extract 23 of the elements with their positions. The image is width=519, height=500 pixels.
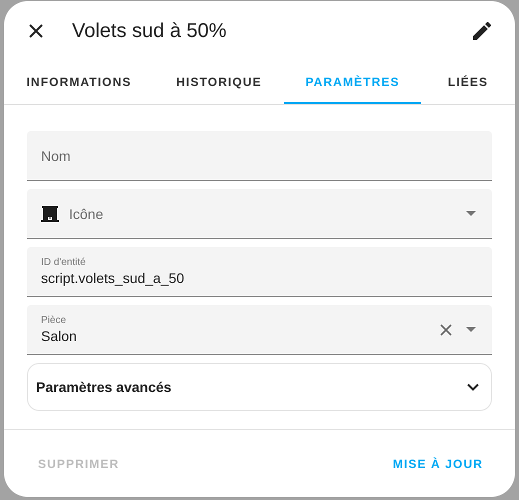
field-label: Pièce	[41, 315, 68, 326]
select-field[interactable]: Pièce Salon	[27, 305, 492, 355]
tab[interactable]: INFORMATIONS	[4, 61, 154, 104]
field-label: Icône	[69, 206, 104, 222]
dialog-title: Volets sud à 50%	[72, 20, 228, 42]
text-field[interactable]: ID d'entité script.volets_sud_a_50	[27, 247, 492, 297]
close-icon[interactable]	[29, 24, 43, 38]
pencil-icon[interactable]	[473, 22, 491, 40]
tab[interactable]: HISTORIQUE	[154, 61, 284, 104]
field-value: script.volets_sud_a_50	[41, 270, 186, 286]
panel-title: Paramètres avancés	[36, 379, 172, 395]
dropdown-arrow-icon[interactable]	[466, 327, 476, 332]
field-label: Nom	[41, 148, 72, 164]
clear-icon[interactable]	[440, 324, 452, 336]
field-value: Salon	[41, 328, 78, 344]
blind-icon	[41, 204, 59, 222]
select-field[interactable]: Icône	[27, 189, 492, 239]
text-field[interactable]: Nom	[27, 131, 492, 181]
tab[interactable]: LIÉES	[421, 61, 515, 104]
dropdown-arrow-icon[interactable]	[466, 211, 476, 216]
chevron-icon	[467, 383, 479, 391]
advanced-settings-panel[interactable]: Paramètres avancés	[27, 363, 492, 411]
field-label: ID d'entité	[41, 257, 87, 268]
